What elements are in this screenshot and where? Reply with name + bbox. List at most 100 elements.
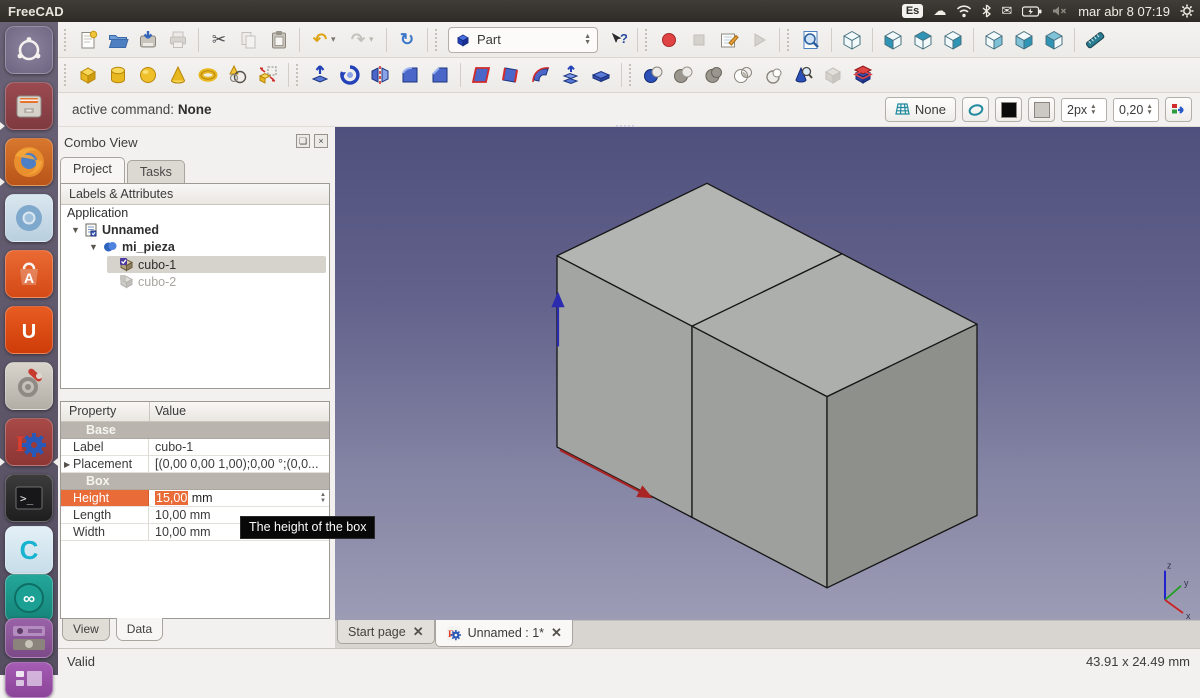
toolbar-grip[interactable]: [64, 64, 69, 86]
save-button[interactable]: [133, 26, 163, 54]
tree-item-cubo-1[interactable]: cubo-1: [61, 256, 329, 273]
part-boolean-button[interactable]: [638, 61, 668, 89]
fused-box-solid[interactable]: [557, 183, 977, 587]
part-defeaturing-button[interactable]: [818, 61, 848, 89]
tab-tasks[interactable]: Tasks: [127, 160, 185, 183]
tree-item-application[interactable]: Application: [61, 205, 329, 222]
workbench-selector[interactable]: Part ▲▼: [448, 27, 598, 53]
tree-item-cubo-2[interactable]: cubo-2: [61, 273, 329, 290]
part-primitives-button[interactable]: [223, 61, 253, 89]
property-value[interactable]: cubo-1: [150, 439, 329, 455]
macro-stop-button[interactable]: [684, 26, 714, 54]
part-union-button[interactable]: [698, 61, 728, 89]
fit-all-button[interactable]: [796, 26, 826, 54]
part-chamfer-button[interactable]: [425, 61, 455, 89]
axonometric-view-button[interactable]: [837, 26, 867, 54]
property-value[interactable]: [(0,00 0,00 1,00);0,00 °;(0,0...: [150, 456, 329, 472]
line-color-button[interactable]: [995, 97, 1022, 122]
right-view-button[interactable]: [938, 26, 968, 54]
tab-start-page[interactable]: Start page ✕: [337, 620, 435, 644]
property-row-height[interactable]: Height 15,00 mm ▲▼: [61, 490, 329, 507]
left-view-button[interactable]: [1039, 26, 1069, 54]
part-offset-button[interactable]: [586, 61, 616, 89]
toolbar-grip[interactable]: [64, 29, 69, 51]
auto-group-button[interactable]: [1165, 97, 1192, 122]
macro-play-button[interactable]: [744, 26, 774, 54]
part-cone-button[interactable]: [163, 61, 193, 89]
part-section-button[interactable]: [758, 61, 788, 89]
redo-dropdown[interactable]: ▾: [369, 34, 381, 45]
spin-arrows[interactable]: ▲▼: [1090, 104, 1096, 116]
column-header-value[interactable]: Value: [155, 404, 186, 418]
property-group-base[interactable]: Base: [61, 422, 329, 439]
part-torus-button[interactable]: [193, 61, 223, 89]
part-box-button[interactable]: [73, 61, 103, 89]
height-spinbox[interactable]: 15,00 mm ▲▼: [150, 490, 329, 506]
dock-float-button[interactable]: ❏: [296, 134, 310, 148]
launcher-item-ubuntu-one[interactable]: U: [5, 306, 53, 354]
working-plane-button[interactable]: None: [885, 97, 956, 122]
dock-close-button[interactable]: ×: [314, 134, 328, 148]
part-check-geometry-button[interactable]: [788, 61, 818, 89]
toolbar-grip[interactable]: [787, 29, 792, 51]
launcher-item-terminal[interactable]: >_: [5, 474, 53, 522]
launcher-item-firefox[interactable]: [5, 138, 53, 186]
launcher-item-freecad[interactable]: F: [5, 418, 53, 466]
line-width-spinbox[interactable]: 2px ▲▼: [1061, 98, 1107, 122]
text-scale-spinbox[interactable]: 0,20 ▲▼: [1113, 98, 1159, 122]
toolbar-grip[interactable]: [435, 29, 440, 51]
macro-edit-button[interactable]: [714, 26, 744, 54]
part-cross-sections-button[interactable]: [848, 61, 878, 89]
tree-item-mi-pieza[interactable]: ▼ mi_pieza: [61, 239, 329, 256]
toolbar-grip[interactable]: [645, 29, 650, 51]
whats-this-button[interactable]: ?: [602, 26, 632, 54]
battery-icon[interactable]: [1022, 6, 1042, 17]
close-tab-icon[interactable]: ✕: [413, 624, 424, 640]
cloud-sync-icon[interactable]: ☁: [933, 0, 946, 22]
dock-splitter[interactable]: [60, 389, 330, 401]
launcher-item-workspace[interactable]: [5, 662, 53, 698]
launcher-item-files[interactable]: [5, 82, 53, 130]
spin-arrows[interactable]: ▲▼: [1146, 104, 1152, 116]
expander-icon[interactable]: ▼: [71, 225, 81, 235]
spin-arrows[interactable]: ▲▼: [320, 492, 326, 504]
bottom-view-button[interactable]: [1009, 26, 1039, 54]
part-fillet-button[interactable]: [395, 61, 425, 89]
tab-unnamed-document[interactable]: F Unnamed : 1* ✕: [435, 620, 573, 647]
new-file-button[interactable]: [73, 26, 103, 54]
front-view-button[interactable]: [878, 26, 908, 54]
mail-icon[interactable]: ✉: [1001, 0, 1012, 22]
part-sweep-button[interactable]: [526, 61, 556, 89]
rear-view-button[interactable]: [979, 26, 1009, 54]
tree-item-unnamed[interactable]: ▼ Unnamed: [61, 222, 329, 239]
tab-data-properties[interactable]: Data: [116, 618, 163, 641]
part-intersection-button[interactable]: [728, 61, 758, 89]
launcher-item-chromium[interactable]: [5, 194, 53, 242]
launcher-item-software-center[interactable]: A: [5, 250, 53, 298]
tab-project[interactable]: Project: [60, 157, 125, 183]
launcher-item-system-settings[interactable]: [5, 362, 53, 410]
close-tab-icon[interactable]: ✕: [551, 625, 562, 641]
launcher-item-stacked-apps[interactable]: [5, 618, 53, 658]
property-row-placement[interactable]: ▶ Placement [(0,00 0,00 1,00);0,00 °;(0,…: [61, 456, 329, 473]
macro-record-button[interactable]: [654, 26, 684, 54]
cut-button[interactable]: ✂: [204, 26, 234, 54]
property-group-box[interactable]: Box: [61, 473, 329, 490]
toolbar-grip[interactable]: [629, 64, 634, 86]
part-shape-builder-button[interactable]: [253, 61, 283, 89]
part-loft-button[interactable]: [556, 61, 586, 89]
property-row-label[interactable]: Label cubo-1: [61, 439, 329, 456]
height-value-selected[interactable]: 15,00: [155, 491, 188, 505]
undo-dropdown[interactable]: ▾: [331, 34, 343, 45]
part-mirror-button[interactable]: [365, 61, 395, 89]
launcher-item-arduino[interactable]: ∞: [5, 574, 53, 622]
part-cut-button[interactable]: [668, 61, 698, 89]
expander-icon[interactable]: ▼: [89, 242, 99, 252]
paste-button[interactable]: [264, 26, 294, 54]
part-cylinder-button[interactable]: [103, 61, 133, 89]
keyboard-layout-indicator[interactable]: Es: [902, 4, 923, 18]
part-make-face-button[interactable]: [466, 61, 496, 89]
part-extrude-button[interactable]: [305, 61, 335, 89]
3d-viewport[interactable]: z y x: [335, 127, 1200, 620]
construction-mode-button[interactable]: [962, 97, 989, 122]
